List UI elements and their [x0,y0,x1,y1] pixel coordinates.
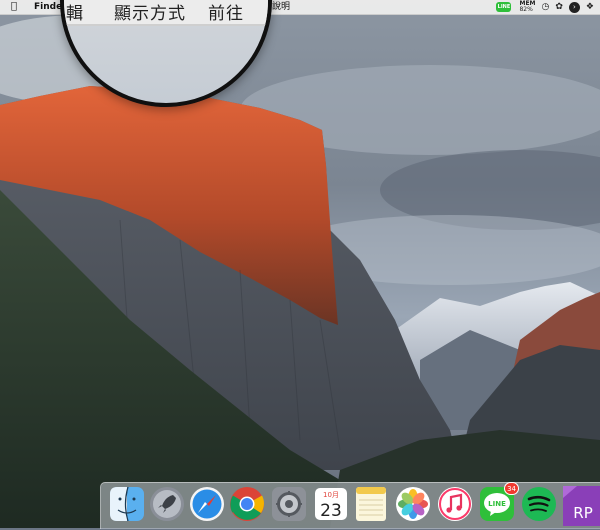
line-icon[interactable]: LINE [496,2,512,12]
calendar-month: 10月 [323,491,339,499]
status-tray: LINE MEM 82% ◷ ✿ › ❖ [496,0,594,14]
menu-go[interactable]: 前往 [208,0,244,24]
control-icon[interactable]: ✿ [555,0,563,14]
dock: 10月 23 LINE 34 RP [100,482,600,529]
menu-edit-fragment[interactable]: 輯 [66,0,84,24]
rp-icon: RP [563,486,600,526]
memory-status[interactable]: MEM 82% [519,1,535,13]
music-note-icon [438,487,472,521]
calendar-day: 23 [320,501,342,521]
finder-icon [110,486,144,522]
notes-icon [356,487,386,521]
gear-icon [272,487,306,521]
clock-icon[interactable]: ◷ [542,0,550,14]
spotify-icon [522,487,556,521]
dock-notes[interactable] [353,486,389,522]
apple-icon[interactable]:  [11,0,17,14]
dock-itunes[interactable] [437,486,473,522]
safari-icon [190,487,224,521]
dock-calendar[interactable]: 10月 23 [313,486,349,522]
dock-line[interactable]: LINE 34 [479,482,519,522]
photos-icon [396,487,430,521]
calendar-icon: 10月 23 [315,488,347,521]
dock-safari[interactable] [189,486,225,522]
dock-launchpad[interactable] [149,486,185,522]
dock-rp[interactable]: RP [563,486,600,526]
dock-finder[interactable] [109,486,145,522]
rocket-icon [150,487,184,521]
dock-spotify[interactable] [521,486,557,522]
chrome-icon [230,487,264,521]
help-menu[interactable]: 說明 [272,0,290,14]
dock-system-preferences[interactable] [271,486,307,522]
dock-chrome[interactable] [229,486,265,522]
line-app-label: LINE [488,500,506,508]
menu-view[interactable]: 顯示方式 [114,0,186,24]
mem-value: 82% [519,6,533,13]
dock-photos[interactable] [395,486,431,522]
desktop-wallpaper [0,0,600,528]
line-notification-badge: 34 [504,482,519,495]
rp-label: RP [573,504,592,522]
evernote-icon[interactable]: ❖ [586,0,594,14]
chevron-icon[interactable]: › [568,1,580,13]
